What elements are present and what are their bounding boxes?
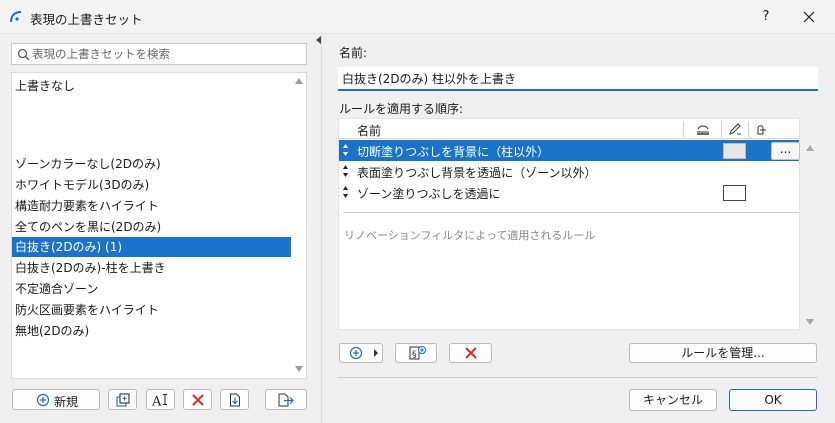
import-button[interactable] <box>220 389 249 410</box>
plus-circle-icon <box>349 346 363 360</box>
cut-fill-column-icon <box>697 125 709 135</box>
rule-link-button[interactable]: § <box>395 343 437 363</box>
list-item-selected[interactable]: 白抜き(2Dのみ) (1) <box>12 237 291 257</box>
rule-row-selected[interactable]: 切断塗りつぶしを背景に（柱以外） ... <box>339 140 800 161</box>
delete-rule-button[interactable] <box>449 343 492 363</box>
new-button[interactable]: 新規 <box>12 389 100 410</box>
set-list-pane: 上書きなし ゾーンカラーなし(2Dのみ) ホワイトモデル(3Dのみ) 構造耐力要… <box>0 35 318 423</box>
search-box[interactable] <box>11 43 307 65</box>
rule-link-icon: § <box>409 346 426 360</box>
rename-button[interactable]: A <box>146 389 175 410</box>
list-item[interactable]: 不定適合ゾーン <box>12 279 291 299</box>
list-item[interactable]: 上書きなし <box>12 76 291 96</box>
rules-table-header: 名前 <box>339 119 799 139</box>
title-bar: 表現の上書きセット ? <box>0 0 835 34</box>
list-item[interactable]: 構造耐力要素をハイライト <box>12 196 291 216</box>
scroll-down-arrow[interactable] <box>295 366 303 372</box>
rule-row[interactable]: ゾーン塗りつぶしを透過に <box>339 182 799 203</box>
column-header-name: 名前 <box>357 124 382 138</box>
footer-separator <box>338 377 818 378</box>
rule-label: 切断塗りつぶしを背景に（柱以外） <box>357 145 550 159</box>
window-title: 表現の上書きセット <box>30 12 143 27</box>
fill-swatch[interactable] <box>723 143 746 159</box>
rule-label: 表面塗りつぶし背景を透過に（ゾーン以外） <box>357 166 597 180</box>
help-button[interactable]: ? <box>756 7 776 27</box>
renovation-filter-text: リノベーションフィルタによって適用されるルール <box>344 229 596 242</box>
drag-handle-icon[interactable] <box>342 185 349 199</box>
close-button[interactable] <box>798 7 820 27</box>
drag-handle-icon[interactable] <box>342 143 349 157</box>
close-icon <box>803 11 815 23</box>
scroll-up-arrow[interactable] <box>295 78 303 84</box>
column-separator <box>721 121 722 137</box>
dropdown-arrow-icon <box>374 349 378 357</box>
list-item[interactable]: 無地(2Dのみ) <box>12 321 291 341</box>
fill-swatch[interactable] <box>723 185 746 201</box>
list-item[interactable]: 全てのペンを黒に(2Dのみ) <box>12 217 291 237</box>
renovation-separator <box>343 212 799 213</box>
duplicate-icon <box>115 392 130 407</box>
search-input[interactable] <box>32 46 302 62</box>
svg-text:A: A <box>151 394 162 407</box>
rules-scroll-down-arrow[interactable] <box>806 319 814 325</box>
drag-handle-icon[interactable] <box>342 164 349 178</box>
link-column-icon <box>757 125 766 135</box>
cancel-button[interactable]: キャンセル <box>629 389 717 411</box>
svg-text:§: § <box>412 350 417 360</box>
delete-button[interactable] <box>183 389 212 410</box>
column-separator <box>748 121 749 137</box>
ok-button[interactable]: OK <box>729 389 817 411</box>
rule-row[interactable]: 表面塗りつぶし背景を透過に（ゾーン以外） <box>339 161 799 182</box>
archicad-icon <box>10 11 22 23</box>
rule-label: ゾーン塗りつぶしを透過に <box>357 187 501 201</box>
rules-scroll-up-arrow[interactable] <box>806 145 814 151</box>
more-button[interactable]: ... <box>771 142 800 160</box>
search-icon <box>17 48 30 61</box>
set-list[interactable]: 上書きなし ゾーンカラーなし(2Dのみ) ホワイトモデル(3Dのみ) 構造耐力要… <box>11 72 307 379</box>
import-icon <box>229 393 240 406</box>
plus-circle-icon <box>36 393 50 406</box>
rename-icon: A <box>151 393 167 407</box>
delete-x-icon <box>465 347 477 359</box>
export-button[interactable] <box>265 389 307 410</box>
add-rule-button[interactable] <box>339 343 383 363</box>
list-item[interactable]: 白抜き(2Dのみ)-柱を上書き <box>12 258 291 278</box>
list-item[interactable]: 防火区画要素をハイライト <box>12 300 291 320</box>
name-field[interactable] <box>338 67 818 91</box>
delete-x-icon <box>191 393 204 406</box>
name-label: 名前: <box>339 46 368 60</box>
pen-column-icon <box>729 123 741 135</box>
list-item[interactable]: ホワイトモデル(3Dのみ) <box>12 175 291 195</box>
manage-rules-button[interactable]: ルールを管理... <box>629 343 817 363</box>
duplicate-button[interactable] <box>108 389 137 410</box>
new-button-label: 新規 <box>54 395 79 409</box>
column-separator <box>683 121 684 137</box>
list-item[interactable]: ゾーンカラーなし(2Dのみ) <box>12 154 291 174</box>
export-icon <box>278 393 294 406</box>
rules-table: 名前 切断塗りつぶしを背景に（柱以外） ... 表面塗りつぶし背景を透過に（ゾー… <box>338 118 800 330</box>
rule-order-label: ルールを適用する順序: <box>339 102 464 116</box>
pane-divider <box>321 34 322 423</box>
